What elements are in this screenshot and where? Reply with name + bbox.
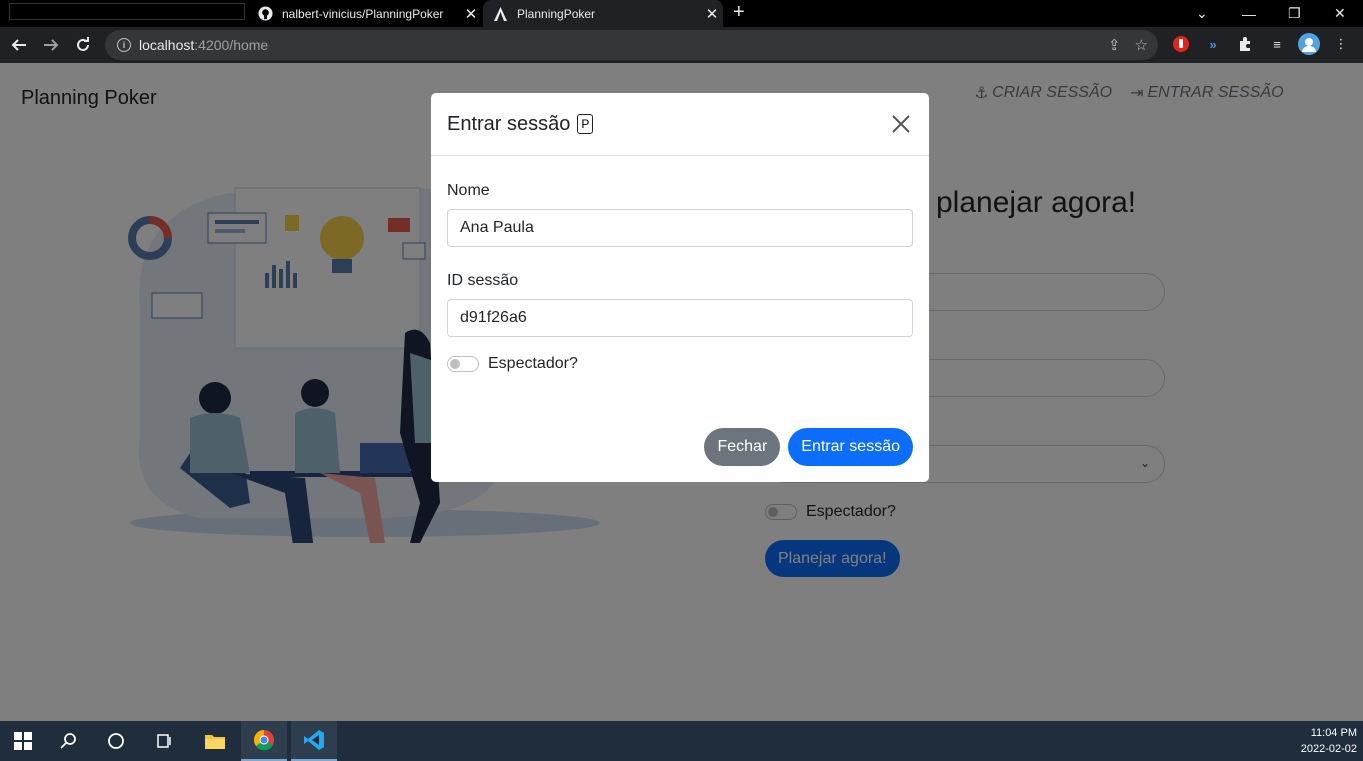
name-input[interactable] <box>447 209 913 247</box>
back-icon[interactable] <box>8 34 30 56</box>
enter-session-modal: Entrar sessão P Nome ID sessão Espectado… <box>431 93 929 482</box>
new-tab-button[interactable]: + <box>733 1 745 24</box>
tab-title: PlanningPoker <box>517 6 596 21</box>
site-info-icon[interactable]: i <box>117 38 131 52</box>
close-tab-icon[interactable]: ✕ <box>460 5 482 23</box>
spectator-label: Espectador? <box>488 355 578 372</box>
file-explorer-icon[interactable] <box>192 721 238 761</box>
close-tab-icon[interactable]: ✕ <box>701 5 723 23</box>
tab-title: nalbert-vinicius/PlanningPoker <box>282 6 444 21</box>
minimize-button[interactable]: — <box>1242 0 1256 27</box>
browser-toolbar: i localhost :4200/home ⇪ ☆ » ≡ ⋮ <box>0 27 1363 63</box>
session-id-input[interactable] <box>447 299 913 337</box>
tab-search-icon[interactable]: ⌄ <box>1196 0 1208 27</box>
url-path: :4200/home <box>194 37 269 53</box>
search-icon[interactable] <box>46 721 92 761</box>
spectator-toggle[interactable] <box>447 356 479 372</box>
windows-taskbar: 11:04 PM 2022-02-02 <box>0 721 1363 761</box>
redacted-tab[interactable] <box>9 3 245 20</box>
clock-date: 2022-02-02 <box>1300 743 1357 755</box>
cortana-icon[interactable] <box>93 721 139 761</box>
enter-session-button[interactable]: Entrar sessão <box>788 428 913 466</box>
vscode-icon[interactable] <box>291 721 337 761</box>
close-window-button[interactable]: ✕ <box>1334 0 1346 27</box>
extensions-puzzle-icon[interactable] <box>1234 33 1256 55</box>
extension-audio-icon[interactable]: » <box>1202 33 1224 55</box>
windows-start-icon[interactable] <box>0 721 46 761</box>
modal-body: Nome ID sessão Espectador? <box>431 156 929 373</box>
chrome-menu-icon[interactable]: ⋮ <box>1330 33 1352 55</box>
clock-time: 11:04 PM <box>1310 727 1357 739</box>
system-clock[interactable]: 11:04 PM 2022-02-02 <box>1301 725 1357 757</box>
github-icon <box>257 6 273 22</box>
modal-footer: Fechar Entrar sessão <box>704 428 913 466</box>
modal-header: Entrar sessão P <box>431 93 929 156</box>
modal-title: Entrar sessão <box>447 112 571 135</box>
restore-button[interactable]: ❐ <box>1288 0 1301 27</box>
profile-avatar[interactable] <box>1298 33 1320 55</box>
angular-icon <box>492 6 508 22</box>
share-icon[interactable]: ⇪ <box>1108 36 1121 54</box>
chrome-taskbar-icon[interactable] <box>241 721 287 761</box>
url-host: localhost <box>139 37 195 53</box>
tab-github[interactable]: nalbert-vinicius/PlanningPoker ✕ <box>248 0 482 27</box>
extension-stop-icon[interactable] <box>1170 33 1192 55</box>
reading-list-icon[interactable]: ≡ <box>1266 33 1288 55</box>
address-bar[interactable]: i localhost :4200/home ⇪ ☆ <box>105 30 1158 60</box>
close-icon <box>892 115 910 133</box>
session-id-label: ID sessão <box>447 272 519 289</box>
close-modal-button[interactable] <box>889 112 913 136</box>
spectator-row: Espectador? <box>447 355 913 373</box>
close-button[interactable]: Fechar <box>704 428 781 466</box>
browser-tabbar: nalbert-vinicius/PlanningPoker ✕ Plannin… <box>0 0 1363 27</box>
task-view-icon[interactable] <box>141 721 187 761</box>
tab-planningpoker[interactable]: PlanningPoker ✕ <box>483 0 723 27</box>
reload-icon[interactable] <box>72 34 94 56</box>
forward-icon[interactable] <box>40 34 62 56</box>
parking-icon: P <box>577 114 594 134</box>
name-label: Nome <box>447 182 490 199</box>
bookmark-star-icon[interactable]: ☆ <box>1135 36 1148 54</box>
